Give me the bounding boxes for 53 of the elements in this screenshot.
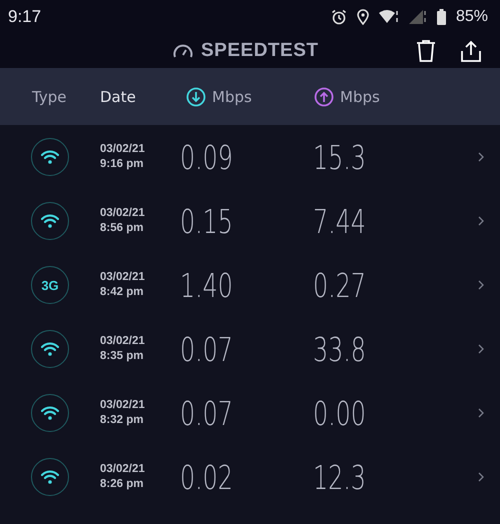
result-time: 8:32 pm	[100, 413, 144, 428]
download-speed: 0.07	[180, 330, 233, 368]
result-time: 8:56 pm	[100, 221, 144, 236]
wifi-icon	[41, 406, 59, 420]
upload-speed: 15.3	[313, 138, 366, 176]
wifi-icon	[41, 470, 59, 484]
download-icon	[186, 86, 206, 106]
download-speed: 0.07	[180, 394, 233, 432]
wifi-signal-icon	[378, 10, 399, 24]
download-speed: 0.02	[180, 458, 233, 496]
share-button[interactable]	[460, 40, 482, 62]
upload-speed: 7.44	[313, 202, 366, 240]
chevron-right-icon[interactable]	[478, 216, 484, 226]
upload-speed: 0.27	[313, 266, 366, 304]
chevron-right-icon[interactable]	[478, 408, 484, 418]
upload-icon	[314, 86, 334, 106]
type-column-header[interactable]: Type	[32, 88, 100, 106]
date-column-header[interactable]: Date	[100, 88, 186, 106]
result-time: 8:42 pm	[100, 285, 144, 300]
result-time: 8:35 pm	[100, 349, 144, 364]
location-icon	[356, 9, 369, 25]
alarm-icon	[330, 9, 347, 25]
result-date: 03/02/21	[100, 334, 146, 349]
result-date: 03/02/21	[100, 462, 146, 477]
result-time: 9:16 pm	[100, 157, 144, 172]
chevron-right-icon[interactable]	[478, 152, 484, 162]
upload-speed: 12.3	[313, 458, 366, 496]
download-speed: 1.40	[180, 266, 233, 304]
app-title: SPEEDTEST	[201, 40, 318, 62]
result-date: 03/02/21	[100, 270, 146, 285]
upload-speed: 0.00	[313, 394, 366, 432]
wifi-icon	[41, 214, 59, 228]
speedometer-icon	[173, 44, 193, 58]
cell-signal-icon	[408, 10, 427, 24]
download-column-header[interactable]: Mbps	[212, 88, 252, 106]
chevron-right-icon[interactable]	[478, 472, 484, 482]
clock-time: 9:17	[8, 7, 42, 27]
download-speed: 0.09	[180, 138, 233, 176]
connection-type-badge: 3G	[31, 266, 69, 304]
download-speed: 0.15	[180, 202, 233, 240]
chevron-right-icon[interactable]	[478, 280, 484, 290]
chevron-right-icon[interactable]	[478, 344, 484, 354]
result-time: 8:26 pm	[100, 477, 144, 492]
battery-percent: 85%	[456, 8, 488, 26]
delete-button[interactable]	[416, 40, 436, 62]
wifi-icon	[41, 342, 59, 356]
result-date: 03/02/21	[100, 398, 146, 413]
result-date: 03/02/21	[100, 142, 146, 157]
wifi-icon	[41, 150, 59, 164]
battery-icon	[436, 9, 446, 25]
result-date: 03/02/21	[100, 206, 146, 221]
upload-speed: 33.8	[313, 330, 366, 368]
upload-column-header[interactable]: Mbps	[340, 88, 380, 106]
